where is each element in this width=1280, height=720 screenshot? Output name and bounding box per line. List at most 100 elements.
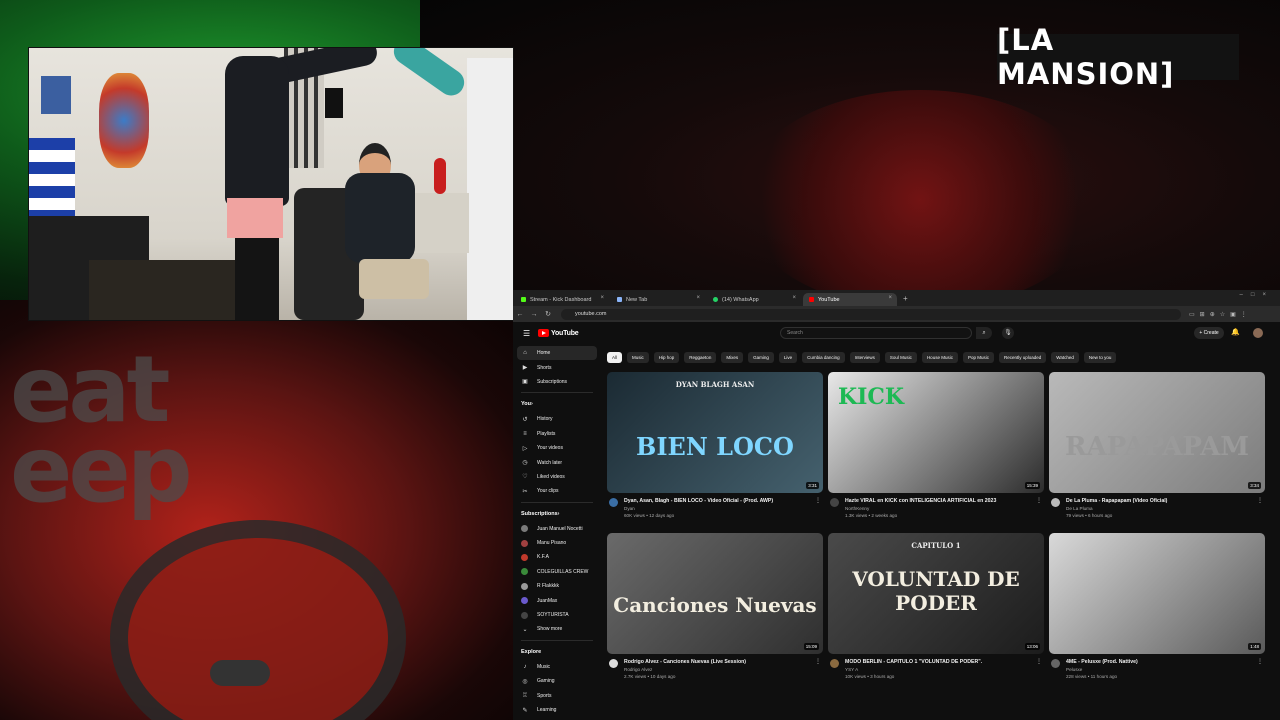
sidebar-item-playlists[interactable]: ≡ Playlists bbox=[513, 427, 601, 441]
more-options-icon[interactable]: ⋮ bbox=[815, 658, 821, 665]
channel-name[interactable]: De La Pluma bbox=[1066, 506, 1093, 511]
sidebar-item-home[interactable]: ⌂ Home bbox=[517, 346, 597, 361]
jacket bbox=[345, 173, 415, 263]
sidebar-item-shorts[interactable]: ▶ Shorts bbox=[513, 360, 601, 374]
sidebar-item-your-clips[interactable]: ✂ Your clips bbox=[513, 484, 601, 498]
video-thumbnail[interactable]: CAPITULO 1 VOLUNTAD DE PODER 13:06 bbox=[828, 533, 1044, 654]
sidebar-subscription[interactable]: JuanMax bbox=[513, 593, 601, 607]
video-title[interactable]: Rodrigo Alvez - Canciones Nuevas (Live S… bbox=[624, 659, 814, 665]
sidebar-subscription[interactable]: ⌄ Show more bbox=[513, 622, 601, 636]
video-title[interactable]: MODO BERLIN - CAPITULO 1 "VOLUNTAD DE PO… bbox=[845, 659, 1035, 665]
chip-soul-music[interactable]: Soul Music bbox=[884, 352, 917, 363]
chip-music[interactable]: Music bbox=[627, 352, 649, 363]
channel-avatar[interactable] bbox=[1051, 498, 1060, 507]
search-input[interactable]: Search bbox=[780, 327, 972, 339]
close-tab-icon[interactable]: × bbox=[888, 295, 892, 301]
tab-new-tab[interactable]: New Tab × bbox=[611, 293, 705, 306]
channel-avatar[interactable] bbox=[830, 498, 839, 507]
tab-whatsapp[interactable]: (14) WhatsApp × bbox=[707, 293, 801, 306]
sidebar-item-music[interactable]: ♪ Music bbox=[513, 660, 601, 674]
close-tab-icon[interactable]: × bbox=[600, 295, 604, 301]
video-thumbnail[interactable]: RAPAPAPAM 3:34 bbox=[1049, 372, 1265, 493]
video-thumbnail[interactable]: 1:48 bbox=[1049, 533, 1265, 654]
notifications-bell-icon[interactable]: 🔔 bbox=[1231, 328, 1240, 336]
sidebar-subscription[interactable]: COLEGUILLAS CREW bbox=[513, 565, 601, 579]
new-tab-plus-icon[interactable]: + bbox=[903, 293, 908, 306]
video-card[interactable]: DYAN BLAGH ASAN BIEN LOCO 3:31 Dyan, Asan, … bbox=[607, 372, 823, 527]
chip-gaming[interactable]: Gaming bbox=[748, 352, 774, 363]
sidebar-item-sports[interactable]: ♖ Sports bbox=[513, 688, 601, 702]
sidebar-subscription[interactable]: Juan Manuel Nocetti bbox=[513, 522, 601, 536]
channel-name[interactable]: Pelusxe bbox=[1066, 667, 1082, 672]
sidebar-heading-subscriptions[interactable]: Subscriptions › bbox=[513, 506, 601, 522]
back-arrow-icon[interactable]: ← bbox=[513, 311, 527, 318]
channel-avatar[interactable] bbox=[609, 659, 618, 668]
create-button[interactable]: + Create bbox=[1194, 327, 1224, 339]
extensions-icons[interactable]: ▭⊞⊕☆▣⋮ bbox=[1189, 311, 1252, 318]
graffiti-eye bbox=[740, 90, 1100, 310]
video-title[interactable]: 4ME - Pelusxe (Prod. Nattive) bbox=[1066, 659, 1256, 665]
video-title[interactable]: Hazte VIRAL en KICK con INTELIGENCIA ART… bbox=[845, 498, 1035, 504]
sidebar-item-subscriptions[interactable]: ▣ Subscriptions bbox=[513, 375, 601, 389]
sidebar-item-learning[interactable]: ✎ Learning bbox=[513, 703, 601, 717]
more-options-icon[interactable]: ⋮ bbox=[1257, 658, 1263, 665]
forward-arrow-icon[interactable]: → bbox=[527, 311, 541, 318]
chip-pop-music[interactable]: Pop Music bbox=[962, 352, 994, 363]
channel-name[interactable]: YSY A bbox=[845, 667, 858, 672]
channel-avatar[interactable] bbox=[830, 659, 839, 668]
video-card[interactable]: KICK 15:39 Hazte VIRAL en KICK con INTELIG… bbox=[828, 372, 1044, 527]
window-controls[interactable]: –□× bbox=[1240, 292, 1274, 298]
chip-recently-uploaded[interactable]: Recently uploaded bbox=[998, 352, 1047, 363]
chip-live[interactable]: Live bbox=[778, 352, 798, 363]
channel-avatar[interactable] bbox=[1051, 659, 1060, 668]
sidebar-subscription[interactable]: Manu Pisano bbox=[513, 536, 601, 550]
hamburger-menu-icon[interactable]: ☰ bbox=[523, 329, 530, 338]
video-card[interactable]: CAPITULO 1 VOLUNTAD DE PODER 13:06 MODO BER… bbox=[828, 533, 1044, 688]
video-thumbnail[interactable]: DYAN BLAGH ASAN BIEN LOCO 3:31 bbox=[607, 372, 823, 493]
chip-all[interactable]: All bbox=[607, 352, 623, 363]
more-options-icon[interactable]: ⋮ bbox=[1257, 497, 1263, 504]
chip-cumbia-dancing[interactable]: Cumbia dancing bbox=[802, 352, 845, 363]
chip-house-music[interactable]: House Music bbox=[921, 352, 958, 363]
sidebar-item-gaming[interactable]: ◎ Gaming bbox=[513, 674, 601, 688]
sidebar-item-your-videos[interactable]: ▷ Your videos bbox=[513, 441, 601, 455]
youtube-logo[interactable]: YouTube bbox=[538, 329, 579, 337]
account-avatar[interactable] bbox=[1253, 328, 1263, 338]
video-title[interactable]: Dyan, Asan, Blagh - BIEN LOCO - Video Of… bbox=[624, 498, 814, 504]
video-card[interactable]: 1:48 4ME - Pelusxe (Prod. Nattive) Pelusxe… bbox=[1049, 533, 1265, 688]
channel-name[interactable]: Dyan bbox=[624, 506, 635, 511]
sidebar-subscription[interactable]: R Flakkkk bbox=[513, 579, 601, 593]
chip-new-to-you[interactable]: New to you bbox=[1083, 352, 1117, 363]
sidebar-item-watch-later[interactable]: ◷ Watch later bbox=[513, 455, 601, 469]
tab-youtube[interactable]: YouTube × bbox=[803, 293, 897, 306]
close-tab-icon[interactable]: × bbox=[792, 295, 796, 301]
sidebar-heading-you[interactable]: You › bbox=[513, 396, 601, 412]
address-bar[interactable]: youtube.com bbox=[561, 308, 1181, 320]
sidebar-subscription[interactable]: SOYTURISTA bbox=[513, 608, 601, 622]
video-title[interactable]: De La Pluma - Rapapapam (Video Oficial) bbox=[1066, 498, 1256, 504]
more-options-icon[interactable]: ⋮ bbox=[815, 497, 821, 504]
microphone-icon[interactable]: 🎙 bbox=[1002, 327, 1014, 339]
channel-name[interactable]: NorthKenny bbox=[845, 506, 869, 511]
sidebar-item-liked-videos[interactable]: ♡ Liked videos bbox=[513, 470, 601, 484]
chip-mixes[interactable]: Mixes bbox=[721, 352, 744, 363]
chip-reggaeton[interactable]: Reggaeton bbox=[684, 352, 717, 363]
video-thumbnail[interactable]: Canciones Nuevas 15:09 bbox=[607, 533, 823, 654]
close-tab-icon[interactable]: × bbox=[696, 295, 700, 301]
video-card[interactable]: RAPAPAPAM 3:34 De La Pluma - Rapapapam (Vi… bbox=[1049, 372, 1265, 527]
sidebar-subscription[interactable]: K.F.A bbox=[513, 550, 601, 564]
video-thumbnail[interactable]: KICK 15:39 bbox=[828, 372, 1044, 493]
search-icon[interactable]: ⌕ bbox=[976, 327, 992, 339]
chip-interviews[interactable]: Interviews bbox=[849, 352, 880, 363]
tab-kick-dashboard[interactable]: Stream - Kick Dashboard × bbox=[515, 293, 609, 306]
chip-hip-hop[interactable]: Hip hop bbox=[653, 352, 680, 363]
reload-icon[interactable]: ↻ bbox=[541, 310, 555, 318]
sidebar-item-history[interactable]: ↺ History bbox=[513, 412, 601, 426]
more-options-icon[interactable]: ⋮ bbox=[1036, 658, 1042, 665]
channel-name[interactable]: Rodrigo Alvez bbox=[624, 667, 652, 672]
tab-label: New Tab bbox=[626, 296, 648, 303]
chip-watched[interactable]: Watched bbox=[1051, 352, 1079, 363]
channel-avatar[interactable] bbox=[609, 498, 618, 507]
more-options-icon[interactable]: ⋮ bbox=[1036, 497, 1042, 504]
video-card[interactable]: Canciones Nuevas 15:09 Rodrigo Alvez - Can… bbox=[607, 533, 823, 688]
